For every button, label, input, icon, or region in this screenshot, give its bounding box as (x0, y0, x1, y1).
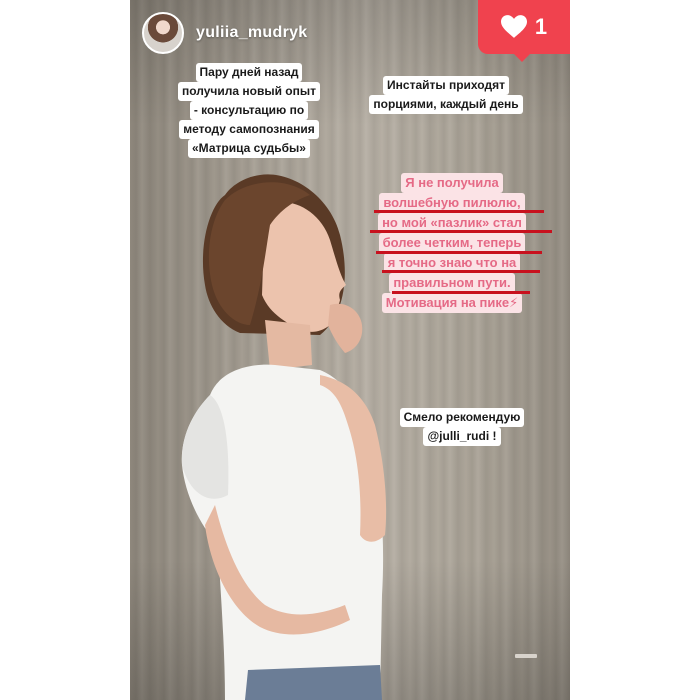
watermark-tag (515, 654, 537, 658)
sticker-line: «Матрица судьбы» (188, 139, 310, 158)
sticker-line: Смело рекомендую (399, 408, 525, 427)
sticker-line: - консультацию по (189, 101, 309, 120)
username[interactable]: yuliia_mudryk (196, 24, 308, 42)
sticker-line: правильном пути. (389, 273, 515, 293)
strike-line (392, 291, 530, 294)
sticker-line: получила новый опыт (177, 82, 320, 101)
story-frame: yuliia_mudryk 1 Пару дней назад получила… (130, 0, 570, 700)
like-notification[interactable]: 1 (478, 0, 570, 62)
strike-line (374, 210, 544, 213)
sticker-line: Инстайты приходят (383, 76, 509, 95)
sticker-line: порциями, каждый день (369, 95, 523, 114)
sticker-line: методу самопознания (179, 120, 319, 139)
profile-avatar[interactable] (142, 12, 184, 54)
strike-line (382, 270, 540, 273)
like-count: 1 (534, 14, 548, 39)
story-header: yuliia_mudryk (142, 12, 308, 54)
sticker-line: Я не получила (401, 173, 503, 193)
strike-line (370, 230, 552, 233)
text-sticker-experience: Пару дней назад получила новый опыт - ко… (174, 63, 324, 158)
text-sticker-insights: Инстайты приходят порциями, каждый день (364, 76, 528, 114)
sticker-line: Мотивация на пике⚡ (381, 293, 523, 313)
text-sticker-recommend: Смело рекомендую @julli_rudi ! (392, 408, 532, 446)
heart-icon (500, 15, 527, 38)
strike-line (376, 251, 542, 254)
sticker-line: Пару дней назад (195, 63, 303, 82)
sticker-line: более четким, теперь (378, 233, 526, 253)
mention-link[interactable]: @julli_rudi ! (423, 427, 501, 446)
